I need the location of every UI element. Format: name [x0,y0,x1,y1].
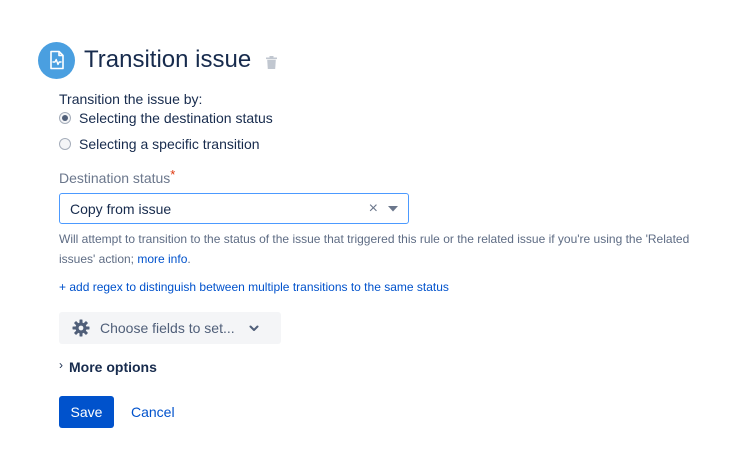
gear-icon [72,319,90,337]
choose-fields-button[interactable]: Choose fields to set... [59,312,281,344]
more-options-toggle[interactable]: › More options [59,359,157,375]
page-title: Transition issue [84,46,252,73]
destination-helper-text: Will attempt to transition to the status… [59,229,709,269]
trash-icon[interactable] [266,55,278,69]
add-regex-link[interactable]: + add regex to distinguish between multi… [59,280,449,294]
destination-status-label: Destination status* [59,167,176,186]
clear-icon[interactable]: × [369,200,378,217]
chevron-right-icon: › [59,358,63,372]
cancel-button[interactable]: Cancel [123,396,183,428]
destination-status-label-text: Destination status [59,170,171,186]
destination-status-select[interactable]: Copy from issue × [59,193,409,224]
radio-destination-status[interactable]: Selecting the destination status [59,110,273,126]
chevron-down-icon [249,325,259,332]
required-marker: * [170,167,176,182]
select-value: Copy from issue [70,200,172,217]
rule-component-header: Transition issue [38,41,278,79]
choose-fields-label: Choose fields to set... [100,320,235,336]
more-info-link[interactable]: more info [137,252,187,266]
radio-button-selected[interactable] [59,112,71,124]
radio-label: Selecting a specific transition [79,136,260,152]
helper-text-end: . [187,252,191,266]
radio-label: Selecting the destination status [79,110,273,126]
issue-transition-icon [38,41,75,79]
radio-button[interactable] [59,138,71,150]
save-button[interactable]: Save [59,396,114,428]
radio-specific-transition[interactable]: Selecting a specific transition [59,136,260,152]
transition-by-label: Transition the issue by: [59,91,203,107]
more-options-label: More options [69,359,157,375]
chevron-down-icon[interactable] [388,205,398,212]
